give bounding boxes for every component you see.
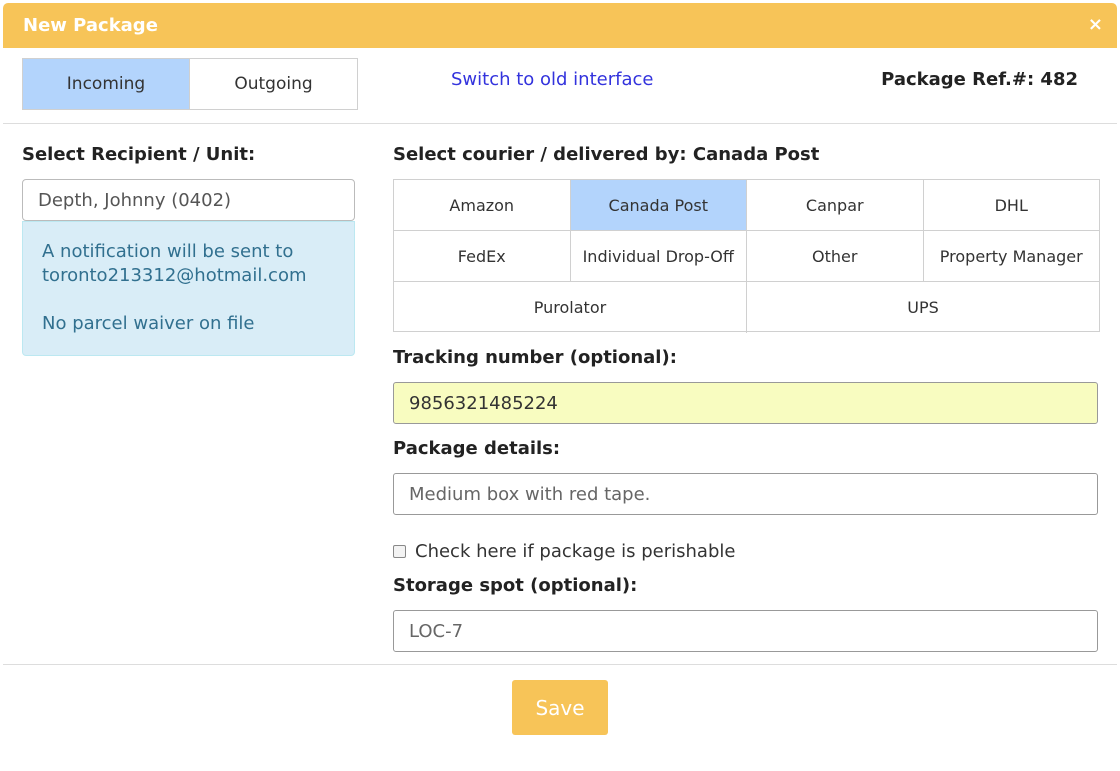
courier-ups-button[interactable]: UPS: [747, 282, 1099, 333]
courier-individual-drop-off-button[interactable]: Individual Drop-Off: [571, 231, 747, 281]
save-button[interactable]: Save: [512, 680, 608, 735]
courier-canpar-button[interactable]: Canpar: [747, 180, 924, 230]
switch-interface-link[interactable]: Switch to old interface: [451, 69, 653, 90]
waiver-status: No parcel waiver on file: [42, 313, 255, 334]
courier-grid: Amazon Canada Post Canpar DHL FedEx Indi…: [393, 179, 1100, 333]
perishable-checkbox[interactable]: [393, 545, 406, 558]
tracking-number-input[interactable]: 9856321485224: [393, 382, 1098, 424]
tab-outgoing[interactable]: Outgoing: [190, 59, 357, 109]
tracking-label: Tracking number (optional):: [393, 347, 677, 368]
perishable-label[interactable]: Check here if package is perishable: [415, 541, 735, 562]
courier-amazon-button[interactable]: Amazon: [394, 180, 571, 230]
direction-tabs: Incoming Outgoing: [22, 58, 358, 110]
storage-label: Storage spot (optional):: [393, 575, 638, 596]
courier-other-button[interactable]: Other: [747, 231, 924, 281]
modal-title: New Package: [23, 15, 158, 36]
new-package-modal: New Package × Incoming Outgoing Switch t…: [0, 0, 1120, 771]
courier-row: Amazon Canada Post Canpar DHL: [394, 180, 1099, 231]
notification-info-box: A notification will be sent to toronto21…: [22, 221, 355, 356]
recipient-input[interactable]: Depth, Johnny (0402): [22, 179, 355, 221]
header-divider: [3, 123, 1117, 124]
close-icon[interactable]: ×: [1088, 16, 1103, 34]
courier-fedex-button[interactable]: FedEx: [394, 231, 571, 281]
courier-property-manager-button[interactable]: Property Manager: [924, 231, 1100, 281]
package-details-input[interactable]: Medium box with red tape.: [393, 473, 1098, 515]
notice-email: toronto213312@hotmail.com: [42, 265, 307, 286]
courier-canada-post-button[interactable]: Canada Post: [570, 180, 747, 230]
recipient-label: Select Recipient / Unit:: [22, 144, 256, 165]
package-ref: Package Ref.#: 482: [881, 69, 1078, 90]
tab-incoming[interactable]: Incoming: [23, 59, 190, 109]
perishable-row: Check here if package is perishable: [393, 541, 735, 562]
modal-header: New Package ×: [3, 3, 1117, 48]
notice-text: A notification will be sent to: [42, 241, 294, 262]
courier-row: FedEx Individual Drop-Off Other Property…: [394, 231, 1099, 282]
courier-label: Select courier / delivered by: Canada Po…: [393, 144, 820, 165]
courier-row: Purolator UPS: [394, 282, 1099, 333]
footer-divider: [3, 664, 1117, 665]
courier-dhl-button[interactable]: DHL: [924, 180, 1100, 230]
storage-spot-input[interactable]: LOC-7: [393, 610, 1098, 652]
courier-purolator-button[interactable]: Purolator: [394, 282, 747, 333]
details-label: Package details:: [393, 438, 561, 459]
